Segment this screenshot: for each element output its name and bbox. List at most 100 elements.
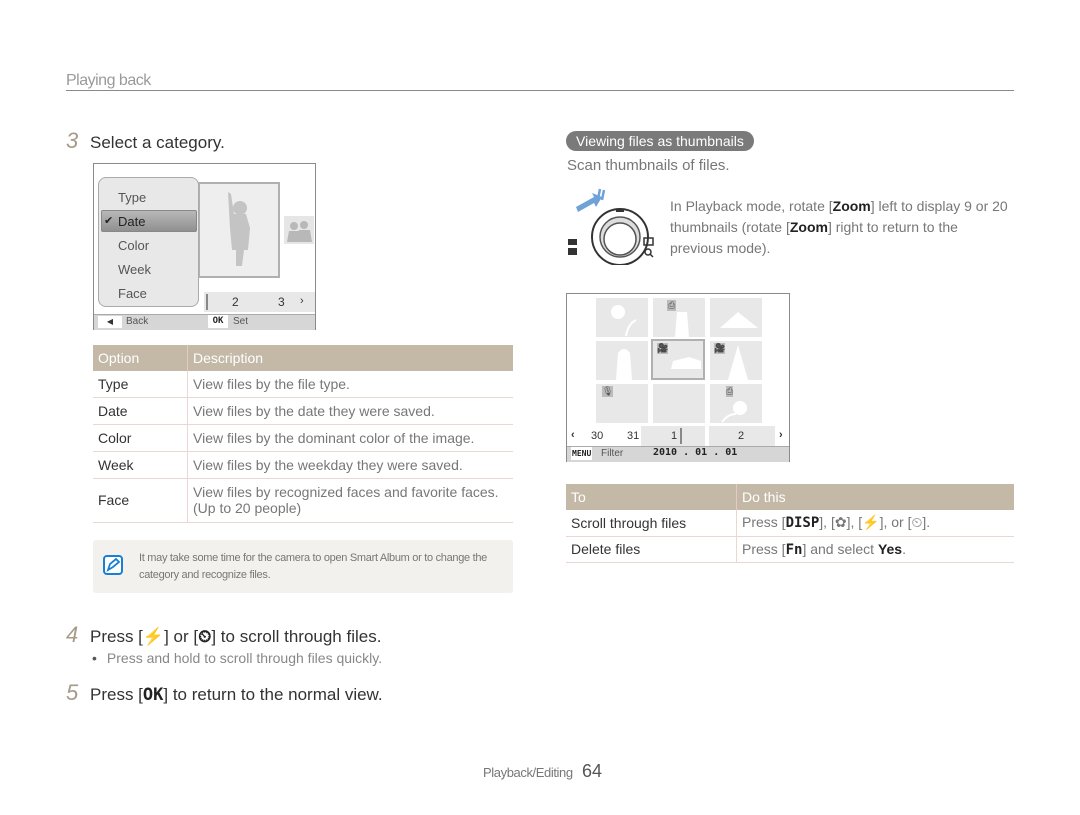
camera-button-bar: MENU Filter 2010 . 01 . 01	[567, 446, 789, 462]
step-text-mid: ] or [	[164, 627, 199, 646]
step-text-suffix: ] to scroll through files.	[211, 627, 382, 646]
description-cell: View files by the weekday they were save…	[187, 451, 513, 479]
instruction-text: ], [✿], [⚡], or [⏲].	[819, 514, 931, 531]
thumbnail-mode-icon	[568, 239, 577, 255]
instruction-text: Press [	[742, 540, 786, 557]
timeline-item[interactable]: 1	[671, 430, 677, 442]
zoom-key: Zoom	[832, 198, 871, 214]
table-row: Week View files by the weekday they were…	[93, 451, 513, 479]
instruction-text: Press [	[742, 514, 786, 531]
step-number: 4	[66, 622, 79, 647]
checkmark-icon: ✔	[104, 215, 114, 227]
thumbnail[interactable]: ⎙	[653, 298, 705, 337]
table-row: Type View files by the file type.	[93, 371, 513, 398]
footer-section: Playback/Editing	[483, 765, 573, 780]
menu-key-icon[interactable]: MENU	[571, 447, 593, 460]
timeline-bar: ‹ 30 31 1 2 ›	[567, 426, 789, 446]
step-text: Select a category.	[90, 133, 225, 152]
ok-key-icon: OK	[142, 685, 164, 705]
note-pencil-icon	[103, 555, 123, 575]
description-cell: View files by recognized faces and favor…	[187, 478, 513, 523]
thumbnail[interactable]	[710, 298, 762, 337]
zoom-key: Zoom	[789, 219, 828, 235]
voice-memo-icon: 🎙	[602, 386, 614, 397]
print-icon: ⎙	[726, 386, 734, 397]
video-icon: 🎥	[714, 343, 726, 354]
instruction-cell: Press [Fn] and select Yes.	[736, 536, 1014, 563]
step-4: 4 Press [⚡] or [⏲] to scroll through fil…	[66, 622, 381, 648]
description-cell: View files by the date they were saved.	[187, 397, 513, 425]
table-header-option: Option	[93, 345, 188, 371]
category-menu: Type ✔ Date Color Week Face	[98, 177, 199, 307]
menu-item-face[interactable]: Face	[118, 286, 147, 301]
bullet-item: • Press and hold to scroll through files …	[92, 650, 382, 666]
description-line: (Up to 20 people)	[193, 500, 302, 516]
set-label[interactable]: Set	[233, 316, 248, 327]
table-row: Delete files Press [Fn] and select Yes.	[566, 536, 1014, 563]
step-number: 5	[66, 680, 79, 705]
option-cell: Type	[93, 371, 188, 398]
section-title: Playing back	[66, 72, 151, 89]
flower-image-icon	[611, 305, 637, 337]
action-table: To Do this Scroll through files Press [D…	[566, 484, 1014, 563]
step-text-prefix: Press [	[90, 685, 143, 704]
table-row: Date View files by the date they were sa…	[93, 397, 513, 425]
menu-item-type[interactable]: Type	[118, 190, 146, 205]
note-box: It may take some time for the camera to …	[93, 540, 513, 593]
option-cell: Week	[93, 451, 188, 479]
description-line: View files by recognized faces and favor…	[193, 484, 499, 500]
thumbnail[interactable]: 🎥	[710, 341, 762, 380]
instruction-text: ] and select	[802, 540, 878, 557]
table-header-description: Description	[187, 345, 513, 371]
flower-image-icon	[721, 401, 747, 423]
timeline-item[interactable]: 2	[738, 430, 744, 442]
timeline-bar: 2 3 ›	[204, 292, 315, 312]
chevron-right-icon[interactable]: ›	[779, 429, 783, 441]
thumbnail[interactable]	[596, 298, 648, 337]
thumbnail[interactable]: 🎙	[596, 384, 648, 423]
timeline-item[interactable]: 30	[591, 430, 603, 442]
chevron-left-icon[interactable]: ‹	[571, 429, 575, 441]
menu-item-color[interactable]: Color	[118, 238, 149, 253]
back-label[interactable]: Back	[126, 316, 148, 327]
table-row: Scroll through files Press [DISP], [✿], …	[566, 510, 1014, 537]
table-header-to: To	[566, 484, 737, 510]
timeline-item[interactable]: 31	[627, 430, 639, 442]
photo-preview	[198, 182, 280, 278]
note-text: It may take some time for the camera to …	[139, 552, 488, 581]
table-row: Color View files by the dominant color o…	[93, 424, 513, 452]
section-pill: Viewing files as thumbnails	[566, 131, 754, 151]
menu-item-date[interactable]: Date	[118, 214, 145, 229]
instruction-text: In Playback mode, rotate [	[670, 198, 833, 214]
back-arrow-icon[interactable]: ◀	[98, 316, 122, 328]
thumbnail[interactable]	[596, 341, 648, 380]
thumbnail[interactable]: ⎙	[710, 384, 762, 423]
fn-key: Fn	[785, 541, 803, 558]
thumbnail-selected[interactable]: 🎥	[651, 339, 705, 380]
timeline-item[interactable]: 2	[232, 295, 239, 309]
description-cell: View files by the file type.	[187, 371, 513, 398]
step-5: 5 Press [OK] to return to the normal vie…	[66, 680, 383, 706]
filter-label[interactable]: Filter	[601, 448, 623, 459]
person-image-icon	[675, 312, 689, 337]
thumbnail[interactable]	[653, 384, 705, 423]
woman-image-icon	[616, 349, 632, 380]
ok-key-icon[interactable]: OK	[208, 315, 228, 328]
timer-icon: ⏲	[198, 627, 212, 646]
bullet-icon: •	[92, 650, 97, 666]
disp-key: DISP	[785, 515, 820, 532]
mountain-image-icon	[720, 312, 758, 328]
menu-item-week[interactable]: Week	[118, 262, 151, 277]
menu-selection-highlight	[101, 210, 197, 232]
yes-option: Yes	[877, 540, 903, 557]
instruction-cell: Press [DISP], [✿], [⚡], or [⏲].	[736, 510, 1014, 537]
chevron-right-icon[interactable]: ›	[300, 295, 304, 307]
timeline-item[interactable]: 3	[278, 295, 285, 309]
zoom-dial-illustration	[568, 188, 654, 265]
step-text-prefix: Press [	[90, 627, 143, 646]
table-header-do-this: Do this	[736, 484, 1014, 510]
table-row: Face View files by recognized faces and …	[93, 478, 513, 523]
instruction-text: .	[902, 540, 906, 557]
description-cell: View files by the dominant color of the …	[187, 424, 513, 452]
video-icon: 🎥	[657, 343, 669, 354]
